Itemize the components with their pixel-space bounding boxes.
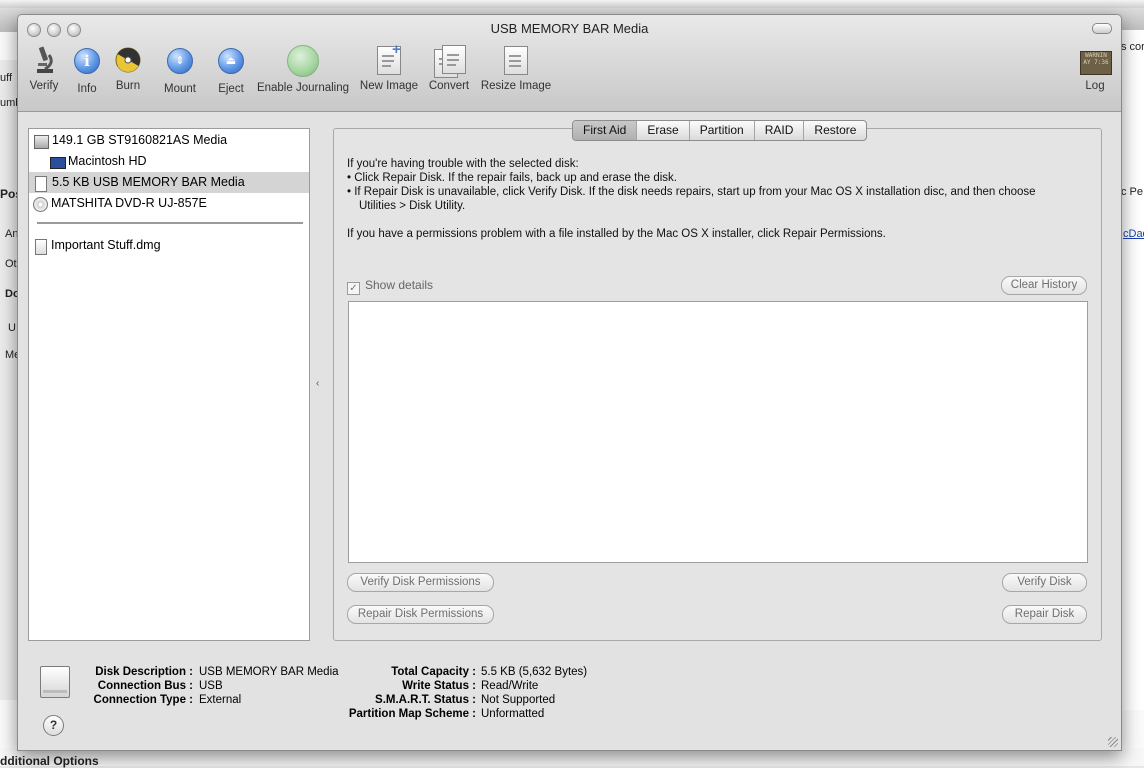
toolbar-item-label: Convert: [428, 80, 470, 92]
instruction-text: If you have a permissions problem with a…: [347, 228, 886, 240]
usb-drive-icon: [40, 666, 70, 698]
disk-list-sidebar: 149.1 GB ST9160821AS Media Macintosh HD …: [28, 128, 310, 641]
convert-button[interactable]: Convert: [427, 45, 471, 101]
log-button[interactable]: WARNIN AY 7:36 Log: [1078, 45, 1112, 101]
repair-disk-button[interactable]: Repair Disk: [1002, 605, 1087, 624]
sidebar-item-dvd-drive[interactable]: MATSHITA DVD-R UJ-857E: [29, 193, 309, 214]
burn-icon: [113, 45, 143, 75]
disk-description-label: Disk Description :: [95, 666, 193, 678]
toolbar-item-label: Enable Journaling: [256, 82, 350, 94]
new-image-icon: +: [374, 41, 404, 75]
instruction-text: • Click Repair Disk. If the repair fails…: [347, 172, 678, 184]
tab-partition[interactable]: Partition: [690, 121, 755, 140]
background-text: s cor: [1121, 41, 1144, 53]
resize-grip-icon[interactable]: [1108, 737, 1118, 747]
volume-icon: [50, 157, 66, 169]
show-details-checkbox[interactable]: ✓ Show details: [347, 278, 433, 295]
sidebar-item-label: MATSHITA DVD-R UJ-857E: [51, 196, 207, 210]
microscope-icon: [29, 45, 59, 75]
journaling-icon: [287, 45, 319, 77]
tab-raid[interactable]: RAID: [755, 121, 805, 140]
window-title: USB MEMORY BAR Media: [490, 21, 649, 36]
verify-button[interactable]: Verify: [25, 45, 63, 101]
sidebar-item-usb-memory-bar[interactable]: 5.5 KB USB MEMORY BAR Media: [29, 172, 309, 193]
mount-icon: ⇕: [165, 48, 195, 78]
toolbar-item-label: Log: [1085, 80, 1105, 92]
info-button[interactable]: i Info: [72, 45, 102, 101]
usb-drive-icon: [35, 176, 47, 192]
toolbar-item-label: Mount: [164, 83, 196, 95]
info-icon: i: [72, 48, 102, 78]
splitter-handle-icon[interactable]: ‹: [316, 378, 319, 389]
sidebar-item-label: 5.5 KB USB MEMORY BAR Media: [52, 175, 245, 189]
burn-button[interactable]: Burn: [112, 45, 144, 101]
smart-status-label: S.M.A.R.T. Status :: [375, 694, 476, 706]
tab-erase[interactable]: Erase: [637, 121, 690, 140]
partition-scheme-value: Unformatted: [481, 708, 545, 720]
eject-icon: ⏏: [216, 48, 246, 78]
sidebar-item-macintosh-hd[interactable]: Macintosh HD: [29, 151, 309, 172]
eject-button[interactable]: ⏏ Eject: [215, 45, 247, 101]
background-text: c Pe: [1121, 186, 1144, 198]
toolbar-item-label: New Image: [359, 80, 419, 92]
toolbar-item-label: Verify: [29, 80, 59, 92]
resize-image-icon: [501, 45, 531, 75]
toolbar-toggle-button[interactable]: [1092, 23, 1112, 34]
background-text: Ot: [5, 258, 17, 270]
new-image-button[interactable]: + New Image: [359, 41, 419, 101]
log-icon: WARNIN AY 7:36: [1080, 45, 1112, 75]
sidebar-divider: [37, 222, 303, 224]
background-left-strip: [0, 60, 18, 700]
verify-disk-button[interactable]: Verify Disk: [1002, 573, 1087, 592]
resize-image-button[interactable]: Resize Image: [479, 45, 553, 101]
verify-disk-permissions-button[interactable]: Verify Disk Permissions: [347, 573, 494, 592]
toolbar-item-label: Info: [77, 83, 97, 95]
background-link: cDad: [1123, 228, 1144, 240]
sidebar-item-label: Macintosh HD: [68, 154, 147, 168]
instruction-text: Utilities > Disk Utility.: [359, 200, 466, 212]
connection-type-value: External: [199, 694, 242, 706]
total-capacity-label: Total Capacity :: [391, 666, 476, 678]
sidebar-item-label: 149.1 GB ST9160821AS Media: [52, 133, 228, 147]
smart-status-value: Not Supported: [481, 694, 556, 706]
mount-button[interactable]: ⇕ Mount: [160, 45, 200, 101]
toolbar-item-label: Resize Image: [480, 80, 552, 92]
write-status-label: Write Status :: [402, 680, 476, 692]
tab-first-aid[interactable]: First Aid: [573, 121, 638, 140]
details-log-area[interactable]: [348, 301, 1088, 563]
write-status-value: Read/Write: [481, 680, 539, 692]
dvd-drive-icon: [33, 197, 48, 212]
disk-description-value: USB MEMORY BAR Media: [199, 666, 339, 678]
total-capacity-value: 5.5 KB (5,632 Bytes): [481, 666, 588, 678]
checkmark-icon: ✓: [347, 282, 360, 295]
toolbar-item-label: Burn: [115, 80, 141, 92]
clear-history-button[interactable]: Clear History: [1001, 276, 1087, 295]
instruction-text: • If Repair Disk is unavailable, click V…: [347, 186, 1036, 198]
connection-bus-label: Connection Bus :: [97, 680, 193, 692]
show-details-label: Show details: [365, 278, 434, 292]
disk-utility-window: USB MEMORY BAR Media Verify i Info Burn …: [17, 14, 1122, 751]
hard-drive-icon: [34, 135, 49, 149]
sidebar-item-label: Important Stuff.dmg: [51, 238, 161, 252]
window-toolbar: USB MEMORY BAR Media Verify i Info Burn …: [18, 15, 1121, 112]
toolbar-item-label: Eject: [218, 83, 244, 95]
partition-scheme-label: Partition Map Scheme :: [348, 708, 476, 720]
repair-disk-permissions-button[interactable]: Repair Disk Permissions: [347, 605, 494, 624]
tab-bar: First Aid Erase Partition RAID Restore: [572, 120, 868, 141]
sidebar-item-disk-image[interactable]: Important Stuff.dmg: [29, 235, 309, 256]
background-text: U: [8, 322, 16, 334]
connection-type-label: Connection Type :: [93, 694, 193, 706]
background-text: uff: [0, 72, 13, 84]
connection-bus-value: USB: [199, 680, 223, 692]
instruction-text: If you're having trouble with the select…: [347, 158, 579, 170]
help-button[interactable]: ?: [43, 715, 64, 736]
enable-journaling-button[interactable]: Enable Journaling: [256, 45, 350, 101]
sidebar-item-hard-drive[interactable]: 149.1 GB ST9160821AS Media: [29, 130, 309, 151]
disk-image-icon: [35, 239, 47, 255]
tab-restore[interactable]: Restore: [804, 121, 866, 140]
convert-icon: [434, 45, 466, 78]
